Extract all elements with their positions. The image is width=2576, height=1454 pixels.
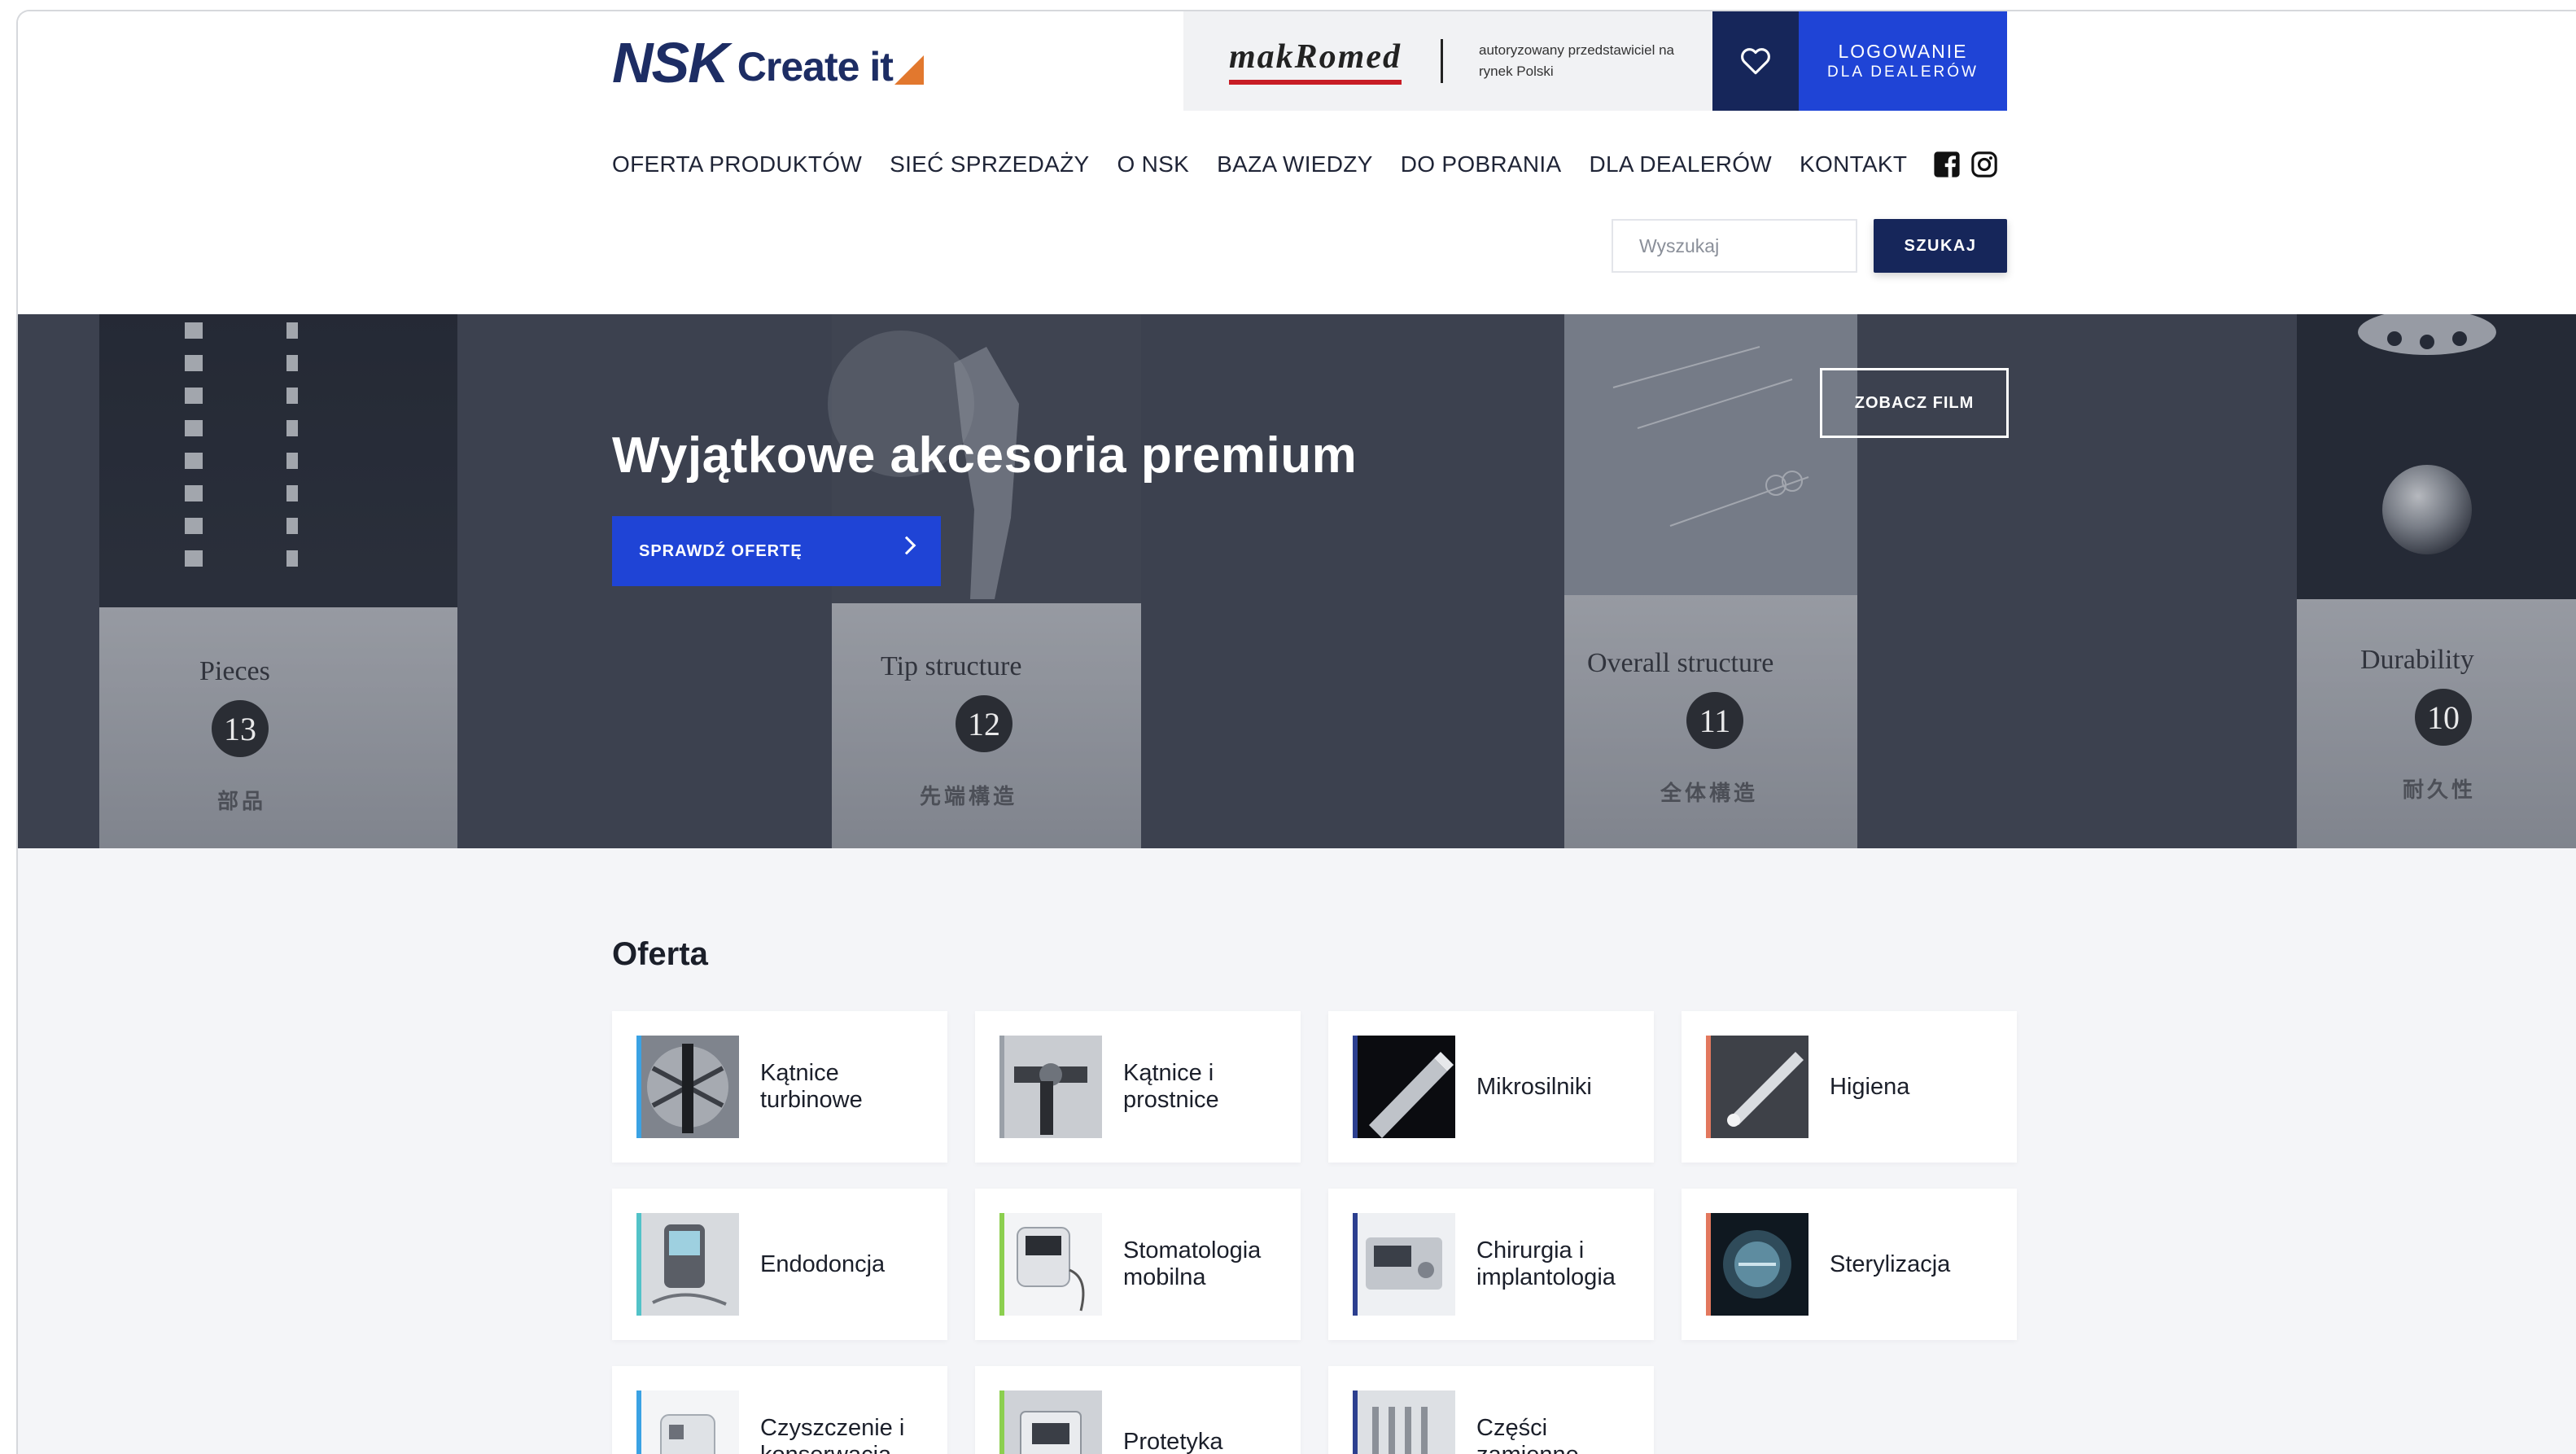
box-number-pieces: 13	[212, 700, 269, 757]
nav-item-o-nsk[interactable]: O NSK	[1117, 151, 1189, 177]
card-label: Chirurgia i implantologia	[1476, 1237, 1616, 1290]
endodontics-thumbnail	[636, 1213, 739, 1316]
offer-card-sterylizacja[interactable]: Sterylizacja	[1682, 1189, 2017, 1340]
partner-logo: makRomed	[1229, 37, 1402, 85]
check-offer-button[interactable]: SPRAWDŹ OFERTĘ	[612, 516, 941, 586]
chevron-right-icon	[897, 536, 916, 555]
hero-banner: Pieces 13 部品 Tip structure 12 先端構造 Overa…	[18, 314, 2576, 848]
offer-grid: Kątnice turbinowe Kątnice i prostnice Mi…	[612, 1011, 2017, 1454]
search-input[interactable]	[1612, 219, 1857, 273]
offer-card-chirurgia[interactable]: Chirurgia i implantologia	[1328, 1189, 1654, 1340]
box-kanji-tip: 先端構造	[920, 785, 1018, 809]
box-number-overall: 11	[1686, 692, 1743, 749]
search-button[interactable]: SZUKAJ	[1874, 219, 2007, 273]
mobile-dentistry-thumbnail	[999, 1213, 1102, 1316]
nav-item-pobrania[interactable]: DO POBRANIA	[1401, 151, 1562, 177]
offer-card-katnice-prostnice[interactable]: Kątnice i prostnice	[975, 1011, 1301, 1163]
logo-sub-text: Create it	[737, 44, 894, 90]
nav-item-dealerzy[interactable]: DLA DEALERÓW	[1589, 151, 1772, 177]
login-line-1: LOGOWANIE	[1838, 41, 1968, 62]
offer-card-mikrosilniki[interactable]: Mikrosilniki	[1328, 1011, 1654, 1163]
site-header: NSK Create it makRomed autoryzowany prze…	[18, 11, 2576, 314]
card-label: Czyszczenie i konserwacja	[760, 1415, 905, 1454]
prosthetics-thumbnail	[999, 1390, 1102, 1454]
main-nav: OFERTA PRODUKTÓW SIEĆ SPRZEDAŻY O NSK BA…	[612, 148, 1998, 181]
nav-item-oferta[interactable]: OFERTA PRODUKTÓW	[612, 151, 862, 177]
card-accent-bar	[1353, 1036, 1358, 1138]
card-accent-bar	[1706, 1036, 1711, 1138]
cleaning-thumbnail	[636, 1390, 739, 1454]
offer-card-stomatologia-mobilna[interactable]: Stomatologia mobilna	[975, 1189, 1301, 1340]
card-accent-bar	[636, 1036, 641, 1138]
box-label-durability: Durability	[2360, 645, 2474, 675]
nav-item-baza[interactable]: BAZA WIEDZY	[1217, 151, 1373, 177]
card-accent-bar	[636, 1390, 641, 1454]
card-label: Kątnice turbinowe	[760, 1060, 863, 1113]
hygiene-thumbnail	[1706, 1036, 1808, 1138]
facebook-icon[interactable]	[1933, 151, 1961, 178]
box-number-durability: 10	[2415, 689, 2472, 746]
logo-triangle-icon	[894, 55, 924, 85]
card-label: Endodoncja	[760, 1250, 886, 1277]
contra-angle-thumbnail	[999, 1036, 1102, 1138]
social-links	[1933, 151, 1998, 178]
box-kanji-overall: 全体構造	[1660, 782, 1759, 806]
card-accent-bar	[999, 1390, 1004, 1454]
offer-card-endodoncja[interactable]: Endodoncja	[612, 1189, 947, 1340]
hero-title: Wyjątkowe akcesoria premium	[612, 427, 1358, 484]
surgery-thumbnail	[1353, 1213, 1455, 1316]
card-accent-bar	[1353, 1213, 1358, 1316]
watch-film-button[interactable]: ZOBACZ FILM	[1820, 368, 2009, 438]
card-accent-bar	[999, 1036, 1004, 1138]
instagram-icon[interactable]	[1970, 151, 1998, 178]
card-label: Mikrosilniki	[1476, 1073, 1592, 1100]
dealer-login-button[interactable]: LOGOWANIE DLA DEALERÓW	[1799, 11, 2007, 111]
micromotor-thumbnail	[1353, 1036, 1455, 1138]
card-accent-bar	[1706, 1213, 1711, 1316]
box-kanji-pieces: 部品	[217, 790, 267, 814]
offer-card-protetyka[interactable]: Protetyka	[975, 1366, 1301, 1454]
heart-icon	[1741, 48, 1770, 75]
box-label-pieces: Pieces	[199, 656, 270, 686]
nav-item-kontakt[interactable]: KONTAKT	[1800, 151, 1907, 177]
sterilization-thumbnail	[1706, 1213, 1808, 1316]
favorites-button[interactable]	[1712, 11, 1799, 111]
partner-divider	[1441, 39, 1443, 83]
offer-card-czesci-zamienne[interactable]: Części zamienne	[1328, 1366, 1654, 1454]
card-label: Protetyka	[1123, 1428, 1223, 1454]
nsk-logo[interactable]: NSK Create it	[612, 34, 924, 91]
offer-card-higiena[interactable]: Higiena	[1682, 1011, 2017, 1163]
offer-title: Oferta	[612, 936, 708, 972]
partner-banner[interactable]: makRomed autoryzowany przedstawiciel na …	[1183, 11, 1712, 111]
partner-text: autoryzowany przedstawiciel na rynek Pol…	[1479, 42, 1675, 79]
nav-item-siec[interactable]: SIEĆ SPRZEDAŻY	[890, 151, 1089, 177]
card-label: Kątnice i prostnice	[1123, 1060, 1219, 1113]
offer-card-czyszczenie[interactable]: Czyszczenie i konserwacja	[612, 1366, 947, 1454]
turbine-handpiece-thumbnail	[636, 1036, 739, 1138]
partner-logo-text: makRomed	[1229, 38, 1402, 76]
card-label: Sterylizacja	[1830, 1250, 1951, 1277]
card-label: Części zamienne	[1476, 1415, 1579, 1454]
login-line-2: DLA DEALERÓW	[1827, 64, 1979, 81]
logo-main-text: NSK	[612, 31, 729, 94]
browser-frame: NSK Create it makRomed autoryzowany prze…	[16, 10, 2576, 1454]
check-offer-label: SPRAWDŹ OFERTĘ	[639, 541, 803, 560]
card-accent-bar	[1353, 1390, 1358, 1454]
offer-card-katnice-turbinowe[interactable]: Kątnice turbinowe	[612, 1011, 947, 1163]
card-label: Stomatologia mobilna	[1123, 1237, 1262, 1290]
box-label-tip: Tip structure	[881, 651, 1022, 681]
card-accent-bar	[636, 1213, 641, 1316]
partner-logo-underline	[1229, 80, 1402, 85]
offer-section: Oferta Kątnice turbinowe Kątnice i prost…	[18, 848, 2576, 1454]
card-label: Higiena	[1830, 1073, 1910, 1100]
spare-parts-thumbnail	[1353, 1390, 1455, 1454]
box-number-tip: 12	[956, 695, 1012, 752]
box-kanji-durability: 耐久性	[2403, 778, 2477, 803]
hero-overlay	[18, 314, 2576, 848]
box-label-overall: Overall structure	[1587, 648, 1774, 678]
card-accent-bar	[999, 1213, 1004, 1316]
